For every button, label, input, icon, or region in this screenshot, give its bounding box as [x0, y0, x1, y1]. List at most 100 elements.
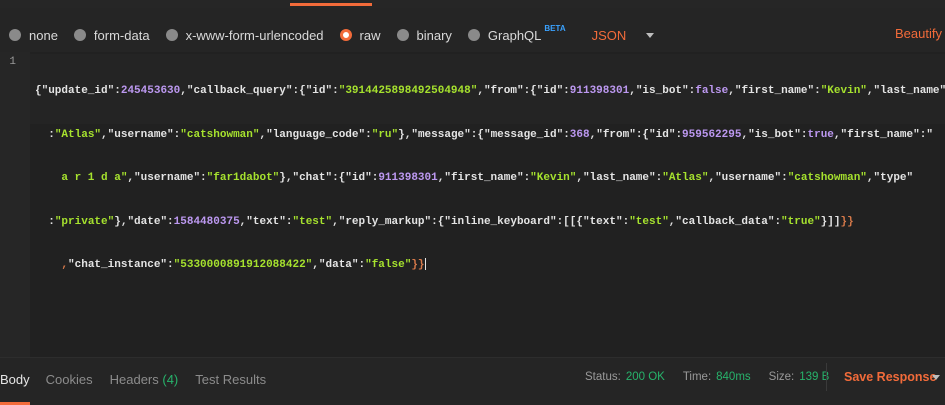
mode-urlencoded[interactable]: x-www-form-urlencoded: [165, 27, 324, 43]
code-token: },: [398, 128, 412, 141]
tab-headers[interactable]: Headers (4): [110, 372, 179, 387]
language-dropdown[interactable]: JSON: [592, 28, 655, 43]
code-line: :"private"},"date":1584480375,"text":"te…: [35, 215, 940, 230]
code-token: "message": [411, 128, 471, 141]
code-token: 368: [569, 128, 590, 141]
tab-test-results[interactable]: Test Results: [195, 372, 266, 387]
code-token: "callback_query": [186, 85, 293, 97]
code-token: "first_name": [444, 172, 524, 184]
radio-binary[interactable]: [396, 29, 409, 41]
chevron-down-icon[interactable]: [932, 375, 940, 380]
code-token: "username": [715, 172, 782, 184]
mode-raw[interactable]: raw: [339, 27, 381, 43]
code-token: "from": [596, 128, 636, 141]
radio-urlencoded[interactable]: [165, 29, 178, 41]
mode-form-data[interactable]: form-data: [73, 27, 150, 43]
code-token: :{: [635, 128, 650, 141]
response-tabs: Body Cookies Headers (4) Test Results: [0, 372, 283, 387]
code-token: "reply_markup": [338, 215, 432, 228]
code-token: "ru": [371, 128, 399, 141]
code-token: "false": [365, 259, 412, 271]
radio-raw[interactable]: [339, 29, 352, 41]
code-token: ,: [477, 85, 484, 97]
code-token: "data": [318, 259, 359, 271]
language-label: JSON: [591, 27, 627, 43]
code-token: ,: [332, 215, 339, 228]
code-token: "3914425898492504948": [338, 85, 478, 97]
code-token: "chat_instance": [68, 259, 168, 271]
code-line: a r 1 d a","username":"far1dabot"},"chat…: [35, 171, 940, 186]
code-token: "test": [629, 215, 669, 228]
headers-count: (4): [162, 372, 179, 387]
line-number: 1: [9, 56, 16, 68]
status-value[interactable]: 200 OK: [626, 371, 665, 383]
code-token: "is_bot": [748, 128, 801, 141]
code-token: :: [35, 215, 55, 228]
code-token: "private": [54, 215, 115, 228]
code-token: :: [167, 215, 174, 228]
code-line: {"update_id":245453630,"callback_query":…: [35, 84, 945, 99]
code-token: }}: [840, 215, 854, 228]
code-token: :: [563, 128, 570, 141]
mode-urlencoded-label: x-www-form-urlencoded: [185, 27, 324, 43]
code-token: "Kevin": [530, 172, 577, 184]
radio-form-data[interactable]: [73, 29, 86, 41]
raw-body-editor[interactable]: 1 {"update_id":245453630,"callback_query…: [0, 52, 945, 357]
code-token: "last_name": [873, 85, 945, 97]
code-token: 911398301: [569, 85, 630, 97]
code-token: :: [114, 85, 121, 97]
code-line: ,"chat_instance":"5330000891912088422","…: [35, 258, 940, 273]
status-label: Status:: [585, 371, 621, 383]
code-token: "inline_keyboard": [444, 215, 557, 228]
mode-raw-label: raw: [359, 27, 381, 43]
code-token: "id": [649, 128, 676, 141]
size-value[interactable]: 139 B: [799, 371, 829, 383]
code-token: 1584480375: [173, 215, 240, 228]
code-token: false: [695, 85, 729, 97]
save-response-button[interactable]: Save Response: [844, 370, 936, 384]
code-token: "username": [134, 172, 201, 184]
radio-graphql[interactable]: [467, 29, 480, 41]
code-token: }}: [411, 259, 425, 271]
beta-badge: BETA: [544, 23, 566, 33]
tab-cookies[interactable]: Cookies: [46, 372, 93, 387]
code-token: "update_id": [41, 85, 115, 97]
code-content[interactable]: {"update_id":245453630,"callback_query":…: [35, 55, 945, 302]
body-mode-selector: none form-data x-www-form-urlencoded raw…: [0, 18, 945, 52]
code-token: "type": [873, 172, 914, 184]
response-meta: Status: 200 OK Time: 840ms Size: 139 B: [585, 371, 847, 383]
code-token: "id": [345, 172, 372, 184]
chevron-down-icon: [646, 32, 655, 38]
response-bar: Body Cookies Headers (4) Test Results St…: [0, 357, 945, 405]
tab-body[interactable]: Body: [0, 372, 30, 387]
code-token: "Atlas": [54, 128, 102, 141]
tab-headers-label: Headers: [109, 372, 159, 387]
code-token: true: [807, 128, 834, 141]
code-token: ,: [35, 259, 69, 271]
code-token: "Kevin": [820, 85, 867, 97]
beautify-button[interactable]: Beautify: [895, 26, 942, 41]
mode-graphql-label: GraphQL: [487, 27, 542, 43]
code-token: ,: [576, 172, 583, 184]
code-token: "Atlas": [662, 172, 709, 184]
code-token: :: [814, 85, 821, 97]
mode-none[interactable]: none: [9, 28, 58, 43]
code-token: "text": [246, 215, 286, 228]
code-token: :: [781, 172, 788, 184]
mode-binary[interactable]: binary: [396, 28, 452, 43]
code-token: :: [332, 85, 339, 97]
code-token: :: [200, 172, 207, 184]
mode-graphql[interactable]: GraphQL BETA: [467, 24, 566, 43]
code-token: "far1dabot": [206, 172, 280, 184]
time-value[interactable]: 840ms: [716, 371, 751, 383]
code-token: "last_name": [583, 172, 656, 184]
code-token: ,: [180, 85, 187, 97]
code-token: "test": [292, 215, 333, 228]
code-token: "language_code": [266, 128, 366, 141]
code-token: "id": [305, 85, 333, 97]
code-token: "callback_data": [675, 215, 775, 228]
mode-form-data-label: form-data: [93, 27, 150, 43]
radio-none[interactable]: [9, 29, 21, 41]
code-token: :{: [431, 215, 445, 228]
code-token: :: [167, 259, 174, 271]
